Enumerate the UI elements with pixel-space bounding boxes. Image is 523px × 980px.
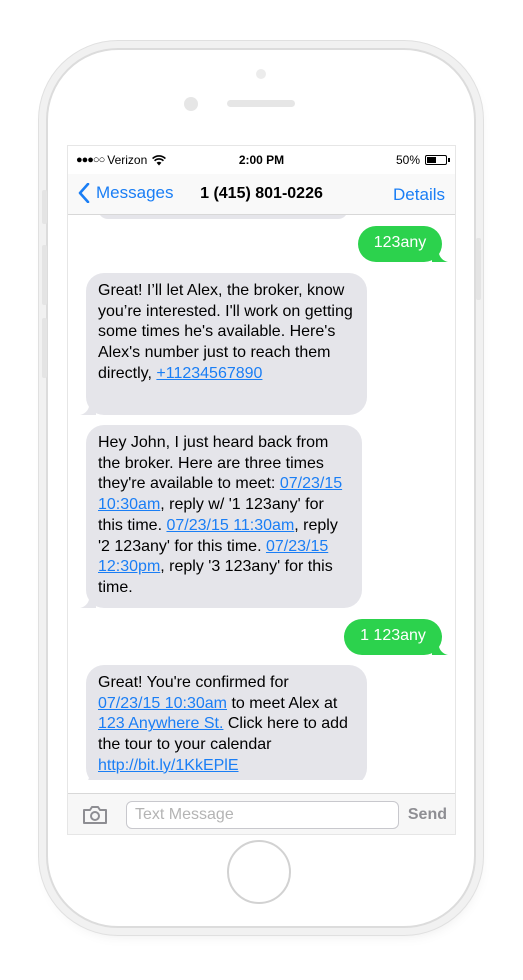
battery-percent: 50% [395, 153, 420, 167]
volume-up-button [42, 245, 47, 305]
screen: ●●●○○ Verizon 2:00 PM 50% Messages 1 (41… [67, 145, 456, 835]
bubble-tail [80, 399, 96, 415]
proximity-sensor [256, 69, 266, 79]
received-message-bubble[interactable]: Great! You're confirmed for 07/23/15 10:… [86, 665, 367, 780]
navigation-bar: Messages 1 (415) 801-0226 Details [68, 174, 455, 215]
date-time-link[interactable]: 07/23/15 11:30am [166, 517, 294, 534]
back-button-label: Messages [96, 183, 174, 202]
chevron-left-icon [78, 183, 90, 203]
phone-number-link[interactable]: +11234567890 [156, 365, 262, 382]
bubble-tail [432, 639, 448, 655]
bubble-tail [88, 770, 96, 780]
mute-switch [42, 190, 47, 224]
received-message-bubble[interactable]: Hey John, I just heard back from the bro… [80, 425, 362, 608]
details-button[interactable]: Details [393, 185, 445, 205]
url-link[interactable]: http://bit.ly/1KkEPlE [98, 757, 239, 774]
date-time-link[interactable]: 07/23/15 10:30am [98, 695, 227, 712]
earpiece-speaker [227, 100, 295, 107]
volume-down-button [42, 318, 47, 378]
message-text: to meet Alex at [227, 694, 338, 712]
home-button[interactable] [227, 840, 291, 904]
message-input[interactable] [126, 801, 399, 829]
camera-icon[interactable] [82, 805, 108, 825]
battery-icon [425, 155, 450, 165]
sent-message-bubble[interactable]: 1 123any [344, 619, 448, 655]
message-text: 123any [373, 234, 427, 251]
message-thread[interactable]: 123any Great! I’ll let Alex, the broker,… [68, 215, 455, 780]
send-button[interactable]: Send [408, 806, 447, 824]
front-camera [184, 97, 198, 111]
message-text: Great! You're confirmed for [98, 674, 289, 691]
compose-bar: Send [68, 793, 455, 834]
address-link[interactable]: 123 Anywhere St. [98, 715, 223, 732]
bubble-tail [432, 246, 448, 262]
message-text: 1 123any [360, 627, 426, 644]
sent-message-bubble[interactable]: 123any [358, 226, 448, 262]
status-bar: ●●●○○ Verizon 2:00 PM 50% [68, 146, 455, 174]
bubble-tail [80, 592, 96, 608]
previous-message-bubble [98, 215, 348, 219]
back-button[interactable]: Messages [78, 183, 173, 203]
power-button [476, 238, 481, 300]
received-message-bubble[interactable]: Great! I’ll let Alex, the broker, know y… [80, 273, 367, 415]
